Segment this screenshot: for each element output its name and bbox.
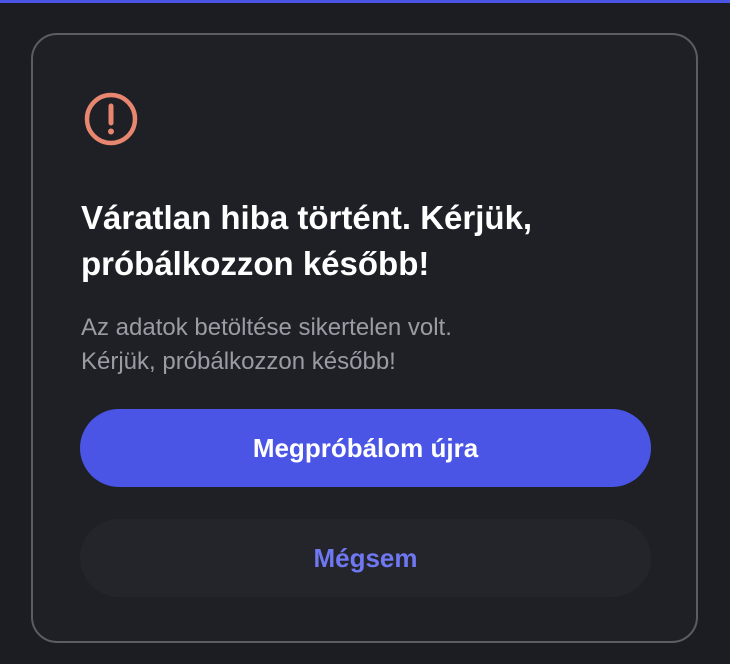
top-accent-bar <box>0 0 730 3</box>
dialog-message-line-1: Az adatok betöltése sikertelen volt. <box>81 314 452 341</box>
error-dialog: Váratlan hiba történt. Kérjük, próbálkoz… <box>31 33 698 643</box>
dialog-message: Az adatok betöltése sikertelen volt. Kérj… <box>81 311 661 379</box>
dialog-message-line-2: Kérjük, próbálkozzon később! <box>81 348 396 375</box>
cancel-button[interactable]: Mégsem <box>80 519 651 597</box>
exclamation-circle-icon <box>84 92 138 146</box>
dialog-title: Váratlan hiba történt. Kérjük, próbálkoz… <box>81 199 533 282</box>
retry-button[interactable]: Megpróbálom újra <box>80 409 651 487</box>
